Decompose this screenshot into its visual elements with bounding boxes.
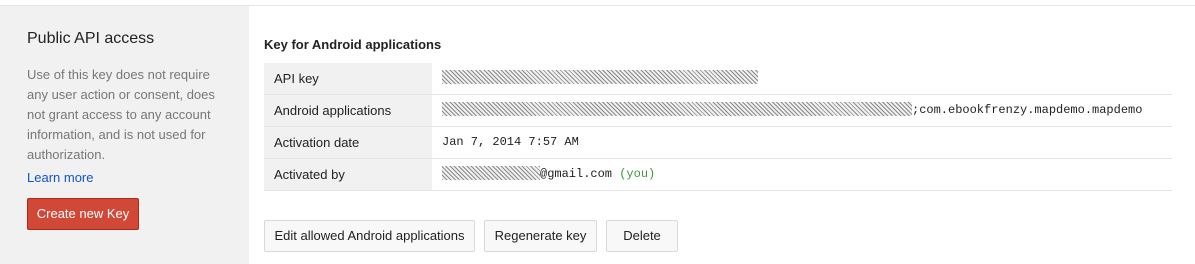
- activated-by-value: @gmail.com (you): [442, 159, 1172, 190]
- delete-button[interactable]: Delete: [606, 220, 678, 252]
- key-details-table: API key Android applications ;com.ebookf…: [264, 63, 1172, 191]
- android-applications-label: Android applications: [264, 95, 432, 126]
- activation-date-label: Activation date: [264, 127, 432, 158]
- activated-by-label: Activated by: [264, 159, 432, 190]
- edit-allowed-android-applications-button[interactable]: Edit allowed Android applications: [264, 220, 475, 252]
- sidebar-title: Public API access: [27, 30, 155, 47]
- redacted-email-user: [442, 166, 540, 180]
- package-name: ;com.ebookfrenzy.mapdemo.mapdemo: [912, 103, 1143, 117]
- api-key-label: API key: [264, 63, 432, 94]
- learn-more-link[interactable]: Learn more: [27, 170, 93, 185]
- redacted-fingerprint: [442, 102, 912, 116]
- create-new-key-button[interactable]: Create new Key: [27, 198, 139, 230]
- activation-date-value: Jan 7, 2014 7:57 AM: [442, 135, 579, 149]
- you-note: (you): [619, 167, 656, 181]
- section-title: Key for Android applications: [264, 37, 442, 52]
- redacted-api-key: [442, 70, 758, 84]
- table-row: Android applications ;com.ebookfrenzy.ma…: [264, 95, 1172, 127]
- table-row: Activation date Jan 7, 2014 7:57 AM: [264, 127, 1172, 159]
- regenerate-key-button[interactable]: Regenerate key: [484, 220, 597, 252]
- table-row: Activated by @gmail.com (you): [264, 159, 1172, 191]
- api-key-value: [442, 63, 1172, 94]
- android-applications-value: ;com.ebookfrenzy.mapdemo.mapdemo: [442, 95, 1172, 126]
- sidebar: Public API access Use of this key does n…: [0, 6, 249, 264]
- table-row: API key: [264, 63, 1172, 95]
- email-domain: @gmail.com: [540, 167, 613, 181]
- sidebar-description: Use of this key does not require any use…: [27, 67, 215, 162]
